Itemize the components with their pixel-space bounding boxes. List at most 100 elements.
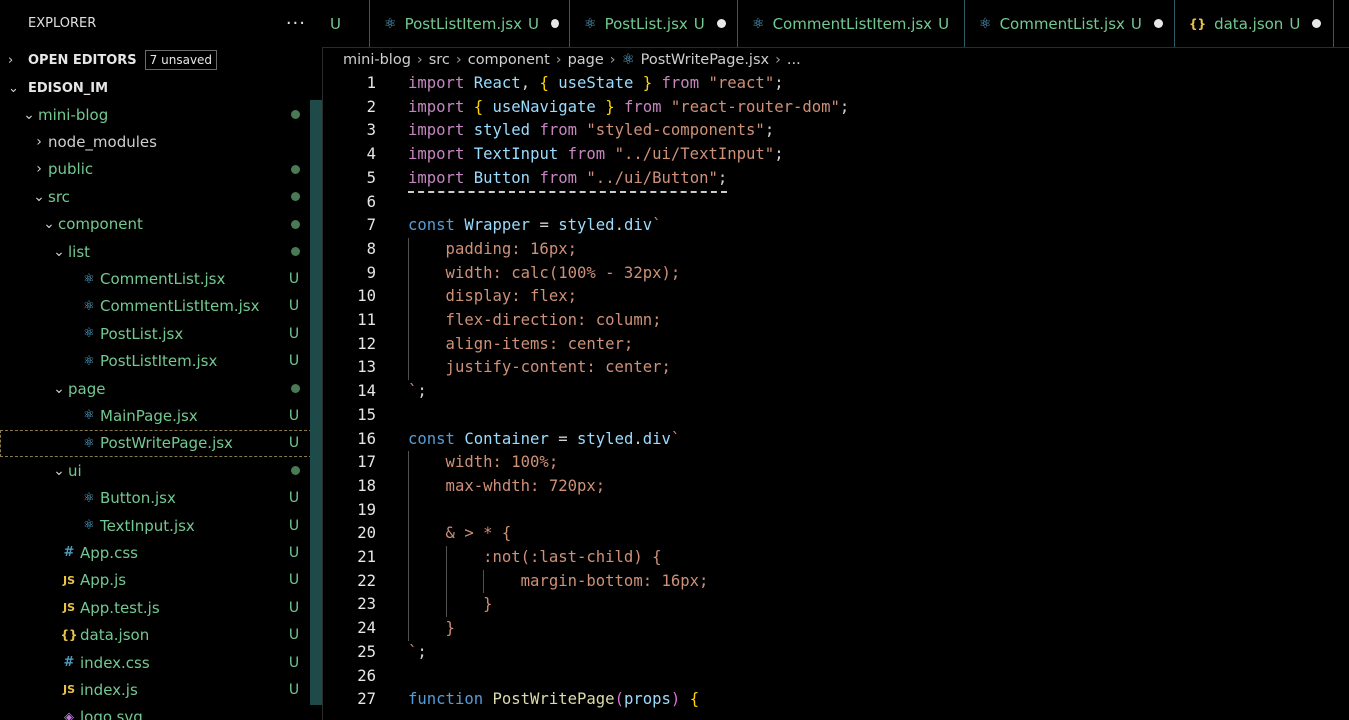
git-status-badge: U [288,271,300,288]
line-number: 19 [357,500,376,519]
code-token: const [408,216,455,235]
editor-tab[interactable]: ⚛ PostList.jsx U [570,0,738,47]
more-actions-icon[interactable]: ··· [286,13,306,34]
git-status-badge: U [288,407,300,424]
code-editor[interactable]: 1 import React, { useState } from "react"… [322,72,1349,720]
tree-item[interactable]: # App.css U [0,539,322,566]
line-number: 7 [366,216,376,235]
git-status-badge: U [288,490,300,507]
chevron-right-icon: › [36,161,42,178]
code-line: 3 import styled from "styled-components"; [322,119,1349,143]
code-token: flex-direction: column; [408,311,662,329]
breadcrumb-item[interactable]: component [468,52,550,68]
tree-item-label: App.css [80,543,138,562]
tree-item[interactable]: ⚛ MainPage.jsx U [0,402,322,429]
tree-item[interactable]: ⚛ Button.jsx U [0,484,322,511]
unsaved-dot-icon[interactable] [716,19,726,28]
line-number: 10 [357,287,376,306]
open-editors-section[interactable]: › OPEN EDITORS 7 unsaved [0,47,322,73]
code-line: 18 max-whdth: 720px; [322,474,1349,499]
code-token: & > * { [408,524,512,543]
code-text: const Wrapper = styled.div` [408,214,662,238]
tree-item[interactable]: ⚛ PostList.jsx U [0,320,322,347]
code-text: } [408,617,455,641]
unsaved-dot-icon[interactable] [1153,19,1163,28]
tree-item[interactable]: JS App.test.js U [0,594,322,621]
react-file-icon: ⚛ [979,15,992,32]
tree-item[interactable]: # index.css U [0,649,322,676]
code-token: ( [614,690,624,709]
workspace-section[interactable]: ⌄ EDISON_IM [0,75,322,101]
tree-item[interactable]: ⚛ CommentListItem.jsx U [0,293,322,320]
tree-item[interactable]: › node_modules [0,128,322,155]
line-number: 23 [357,595,376,614]
tree-item[interactable]: ⌄ list [0,238,322,265]
code-token: = [530,216,559,235]
code-line: 23 } [322,593,1349,618]
css-file-icon: # [63,545,75,561]
tree-item[interactable]: ⚛ CommentList.jsx U [0,265,322,292]
line-number: 25 [357,642,376,661]
tree-item[interactable]: › public [0,156,322,183]
editor-tab[interactable]: ⚛ CommentList.jsx U [965,0,1175,47]
react-file-icon: ⚛ [384,15,397,32]
breadcrumb-item[interactable]: mini-blog [343,52,411,68]
tree-item[interactable]: ⌄ component [0,211,322,238]
sidebar-scrollbar[interactable] [310,100,322,705]
tree-item[interactable]: ⌄ page [0,375,322,402]
breadcrumb-item[interactable]: page [568,52,604,68]
tree-item[interactable]: ⌄ mini-blog [0,101,322,128]
editor-tab[interactable]: ⚛ PostListItem.jsx U [370,0,570,47]
svg-file-icon: ◈ [64,709,74,720]
code-text: justify-content: center; [408,356,671,380]
modified-dot-icon [291,164,300,174]
tree-item-label: logo.svg [80,708,143,720]
code-token: styled [473,121,531,140]
tree-item[interactable]: {} data.json U [0,621,322,648]
code-token: } [408,619,455,638]
code-token: from [661,74,700,92]
unsaved-dot-icon[interactable] [550,19,559,28]
code-token: margin-bottom: 16px; [408,571,709,590]
tree-item[interactable]: ⚛ TextInput.jsx U [0,512,322,539]
code-token: from [539,121,578,140]
line-number: 22 [357,571,376,590]
tree-item[interactable]: JS App.js U [0,567,322,594]
editor-tab[interactable]: ⚛ CommentListItem.jsx U [738,0,965,47]
editor-tab[interactable]: U [322,0,370,47]
code-token: div [623,216,653,235]
breadcrumb-item[interactable]: ... [787,52,801,68]
tree-item[interactable]: ⌄ src [0,183,322,210]
tree-item-label: data.json [80,626,150,645]
unsaved-dot-icon[interactable] [1312,19,1322,28]
tree-item-label: CommentList.jsx [100,270,226,289]
tree-item-label: src [48,187,70,206]
code-line: 17 width: 100%; [322,451,1349,475]
chevron-down-icon: ⌄ [53,243,65,260]
tree-item[interactable]: JS index.js U [0,676,322,703]
code-token: import [408,168,465,187]
code-token: , [520,74,540,92]
code-text: import { useNavigate } from "react-route… [408,96,849,120]
tree-item[interactable]: ◈ logo.svg [0,704,322,720]
line-number: 17 [357,453,376,472]
breadcrumb-item[interactable]: PostWritePage.jsx [641,52,770,68]
code-text: import styled from "styled-components"; [408,119,774,143]
tree-item-label: mini-blog [38,105,109,124]
line-number: 14 [357,382,376,401]
tree-item[interactable]: ⚛ PostListItem.jsx U [0,348,322,375]
code-token: max-whdth: 720px; [408,476,606,495]
chevron-right-icon: › [8,52,14,68]
tree-item-label: App.test.js [80,598,160,617]
editor-tab[interactable]: {} data.json U [1175,0,1334,47]
tree-item-label: CommentListItem.jsx [100,297,260,316]
breadcrumb-item[interactable]: src [429,52,450,68]
line-number: 13 [357,358,376,377]
code-token: { [473,97,484,116]
tree-item[interactable]: ⚛ PostWritePage.jsx U [0,429,322,458]
react-file-icon: ⚛ [83,490,95,506]
tree-item[interactable]: ⌄ ui [0,457,322,484]
code-token: Wrapper [464,216,531,235]
